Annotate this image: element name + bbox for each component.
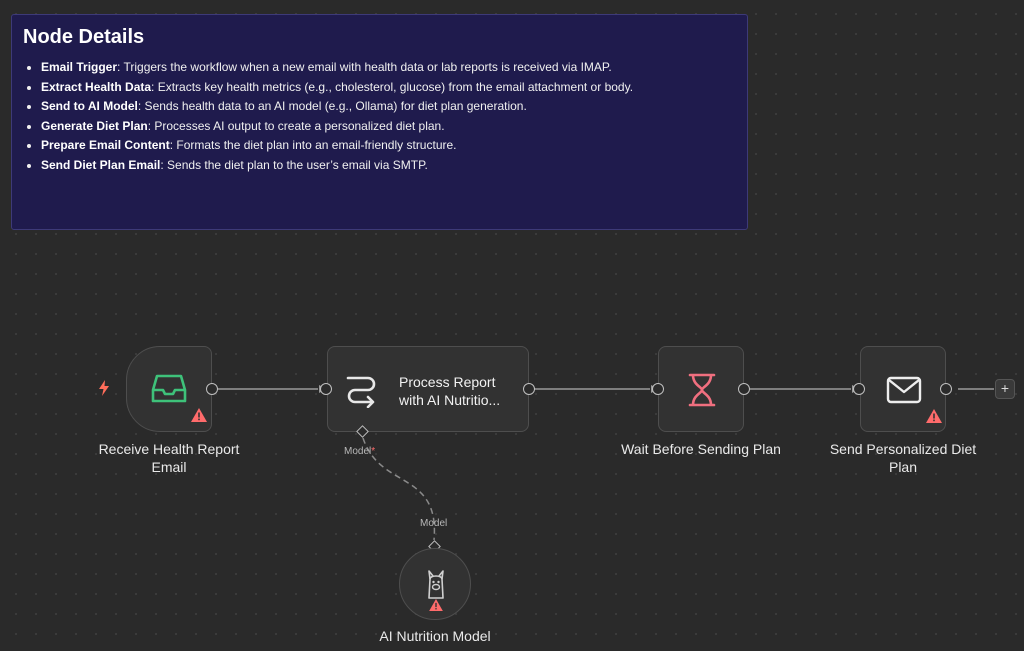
node-title-line: with AI Nutritio... <box>399 392 501 408</box>
add-node-button[interactable]: + <box>995 379 1015 399</box>
output-handle[interactable] <box>206 383 218 395</box>
node-label: Receive Health Report Email <box>98 441 240 475</box>
llama-icon <box>428 570 444 599</box>
node-receive-health-report[interactable] <box>126 346 212 432</box>
envelope-icon <box>886 376 922 404</box>
node-label: Send Personalized Diet Plan <box>829 441 977 475</box>
output-handle[interactable] <box>523 383 535 395</box>
node-wait-before-sending[interactable] <box>658 346 744 432</box>
inbox-icon <box>151 374 187 403</box>
input-handle[interactable] <box>652 383 664 395</box>
node-send-diet-plan[interactable] <box>860 346 946 432</box>
output-handle[interactable] <box>738 383 750 395</box>
node-ai-nutrition-model[interactable] <box>399 548 471 620</box>
agent-route-icon <box>346 376 376 408</box>
model-input-label: Model* <box>344 446 376 457</box>
warning-icon[interactable] <box>429 599 443 611</box>
node-label: AI Nutrition Model <box>379 628 491 644</box>
output-handle[interactable] <box>940 383 952 395</box>
hourglass-icon <box>688 373 716 407</box>
node-process-report-ai[interactable]: Process Report with AI Nutritio... <box>327 346 529 432</box>
connections-layer <box>218 385 994 541</box>
trigger-bolt-icon <box>99 380 109 396</box>
model-output-label: Model <box>420 518 448 529</box>
input-handle[interactable] <box>853 383 865 395</box>
node-label: Wait Before Sending Plan <box>621 441 781 457</box>
node-title-line: Process Report <box>399 374 496 390</box>
warning-icon[interactable] <box>926 409 942 423</box>
input-handle[interactable] <box>320 383 332 395</box>
warning-icon[interactable] <box>191 408 207 422</box>
